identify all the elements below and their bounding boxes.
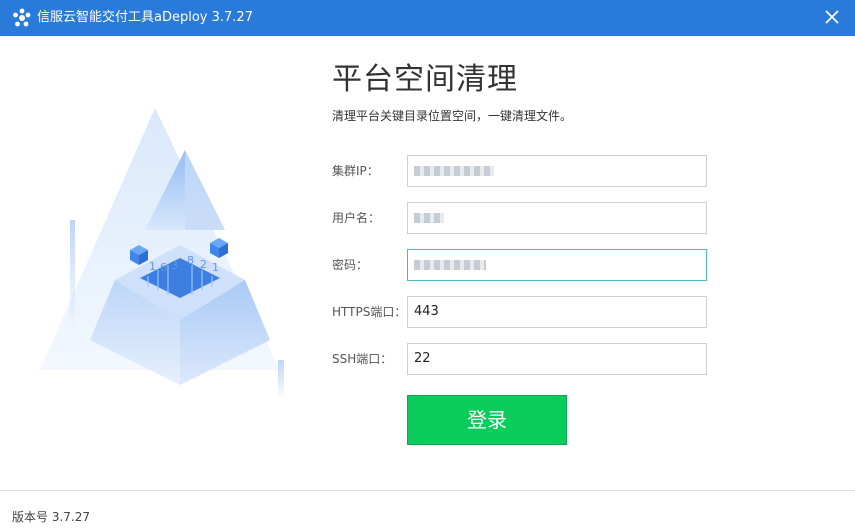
ssh-port-input[interactable]: 22 [407, 343, 707, 375]
title-bar: 信服云智能交付工具aDeploy 3.7.27 [0, 0, 855, 36]
asterisk-logo-icon [13, 8, 31, 27]
version-label: 版本号 3.7.27 [12, 510, 90, 524]
page-subtitle: 清理平台关键目录位置空间，一键清理文件。 [332, 109, 573, 123]
digit-label: 1 [149, 260, 156, 273]
redacted-value [414, 166, 494, 176]
ssh-port-row: SSH端口： 22 [332, 343, 712, 375]
ssh-port-label: SSH端口： [332, 352, 393, 366]
password-input[interactable] [407, 249, 707, 281]
digit-label: 3 [171, 259, 178, 272]
password-label: 密码： [332, 258, 369, 272]
digit-label: 1 [212, 261, 219, 274]
redacted-value [414, 213, 444, 223]
cluster-ip-input[interactable] [407, 155, 707, 187]
window-title: 信服云智能交付工具aDeploy 3.7.27 [37, 10, 253, 25]
digit-label: 8 [187, 254, 194, 267]
close-icon[interactable] [823, 8, 841, 26]
cluster-ip-label: 集群IP： [332, 164, 379, 178]
https-port-input[interactable]: 443 [407, 296, 707, 328]
page-title: 平台空间清理 [332, 62, 518, 97]
pyramid-illustration: 1 6 3 8 2 1 [40, 108, 284, 400]
digit-label: 6 [160, 261, 167, 274]
username-input[interactable] [407, 202, 707, 234]
cluster-ip-row: 集群IP： [332, 155, 712, 187]
https-port-row: HTTPS端口： 443 [332, 296, 712, 328]
https-port-label: HTTPS端口： [332, 305, 407, 319]
login-button[interactable]: 登录 [407, 395, 567, 445]
password-row: 密码： [332, 249, 712, 281]
username-row: 用户名： [332, 202, 712, 234]
masked-password [414, 260, 486, 270]
footer: 版本号 3.7.27 [0, 490, 855, 531]
username-label: 用户名： [332, 211, 381, 225]
digit-label: 2 [200, 258, 207, 271]
